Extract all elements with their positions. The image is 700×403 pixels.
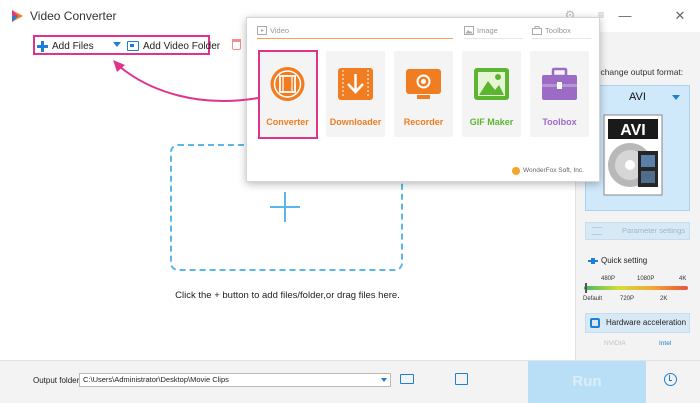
output-folder-input[interactable]: C:\Users\Administrator\Desktop\Movie Cli… bbox=[79, 373, 391, 387]
add-files-label: Add Files bbox=[52, 40, 94, 52]
avi-format-image: AVI bbox=[603, 114, 663, 196]
category-image[interactable]: Image bbox=[477, 26, 498, 35]
alarm-icon[interactable] bbox=[664, 373, 677, 386]
toolbox-icon bbox=[542, 67, 577, 100]
image-category-underline bbox=[464, 38, 523, 39]
svg-text:AVI: AVI bbox=[620, 122, 645, 139]
hardware-acceleration-button[interactable]: Hardware acceleration bbox=[585, 313, 690, 333]
minimize-button[interactable]: — bbox=[614, 6, 636, 26]
chip-icon bbox=[590, 318, 600, 328]
run-button[interactable]: Run bbox=[528, 361, 646, 403]
add-video-folder-label: Add Video Folder bbox=[143, 40, 221, 52]
video-category-icon bbox=[257, 26, 267, 35]
converter-highlight-box bbox=[258, 50, 318, 139]
drop-hint: Click the + button to add files/folder,o… bbox=[175, 290, 400, 301]
parameter-settings-icon bbox=[592, 227, 602, 235]
add-files-dropdown-icon[interactable] bbox=[113, 42, 121, 47]
delete-icon[interactable] bbox=[232, 39, 241, 50]
intel-label: Intel bbox=[659, 340, 672, 347]
gif-maker-icon bbox=[474, 68, 509, 100]
close-button[interactable]: ✕ bbox=[669, 6, 691, 26]
quality-tick-1080p: 1080P bbox=[637, 276, 655, 282]
quick-setting-icon bbox=[588, 258, 598, 264]
output-folder-label: Output folder: bbox=[33, 376, 82, 385]
category-toolbox[interactable]: Toolbox bbox=[545, 26, 571, 35]
plus-icon bbox=[37, 40, 48, 52]
tool-downloader-label: Downloader bbox=[329, 117, 382, 127]
format-dropdown-icon[interactable] bbox=[672, 95, 680, 100]
preview-icon[interactable] bbox=[455, 373, 468, 385]
wonderfox-logo-icon bbox=[512, 167, 520, 175]
add-video-folder-button[interactable]: Add Video Folder bbox=[127, 38, 220, 54]
quality-tick-720p: 720P bbox=[620, 296, 635, 302]
recorder-icon bbox=[406, 69, 441, 99]
quality-tick-480p: 480P bbox=[601, 276, 616, 282]
popup-footer: WonderFox Soft, Inc. bbox=[523, 167, 584, 174]
image-category-icon bbox=[464, 26, 474, 35]
format-prompt: to change output format: bbox=[591, 67, 684, 77]
tool-toolbox-label: Toolbox bbox=[542, 117, 577, 127]
quality-tick-4k: 4K bbox=[679, 276, 687, 282]
quality-slider-handle[interactable] bbox=[585, 283, 587, 293]
video-category-underline bbox=[257, 38, 453, 39]
quality-tick-default: Default bbox=[583, 296, 603, 302]
nvidia-label: NVIDIA bbox=[604, 340, 626, 347]
tool-recorder-label: Recorder bbox=[403, 117, 444, 127]
output-folder-dropdown-icon[interactable] bbox=[381, 378, 387, 382]
quality-slider[interactable] bbox=[584, 286, 688, 290]
folder-icon bbox=[127, 41, 139, 51]
quality-tick-2k: 2K bbox=[660, 296, 668, 302]
add-plus-icon[interactable] bbox=[270, 192, 300, 222]
app-logo-icon bbox=[12, 10, 23, 22]
category-video[interactable]: Video bbox=[270, 26, 289, 35]
toolbox-category-icon bbox=[532, 26, 542, 35]
toolbox-category-underline bbox=[532, 38, 591, 39]
tool-gif-maker-label: GIF Maker bbox=[469, 117, 514, 127]
window-title: Video Converter bbox=[30, 9, 117, 23]
add-files-button[interactable]: Add Files bbox=[37, 38, 94, 54]
downloader-icon bbox=[338, 68, 373, 100]
quick-setting-label: Quick setting bbox=[601, 256, 648, 265]
open-folder-icon[interactable] bbox=[400, 374, 414, 384]
